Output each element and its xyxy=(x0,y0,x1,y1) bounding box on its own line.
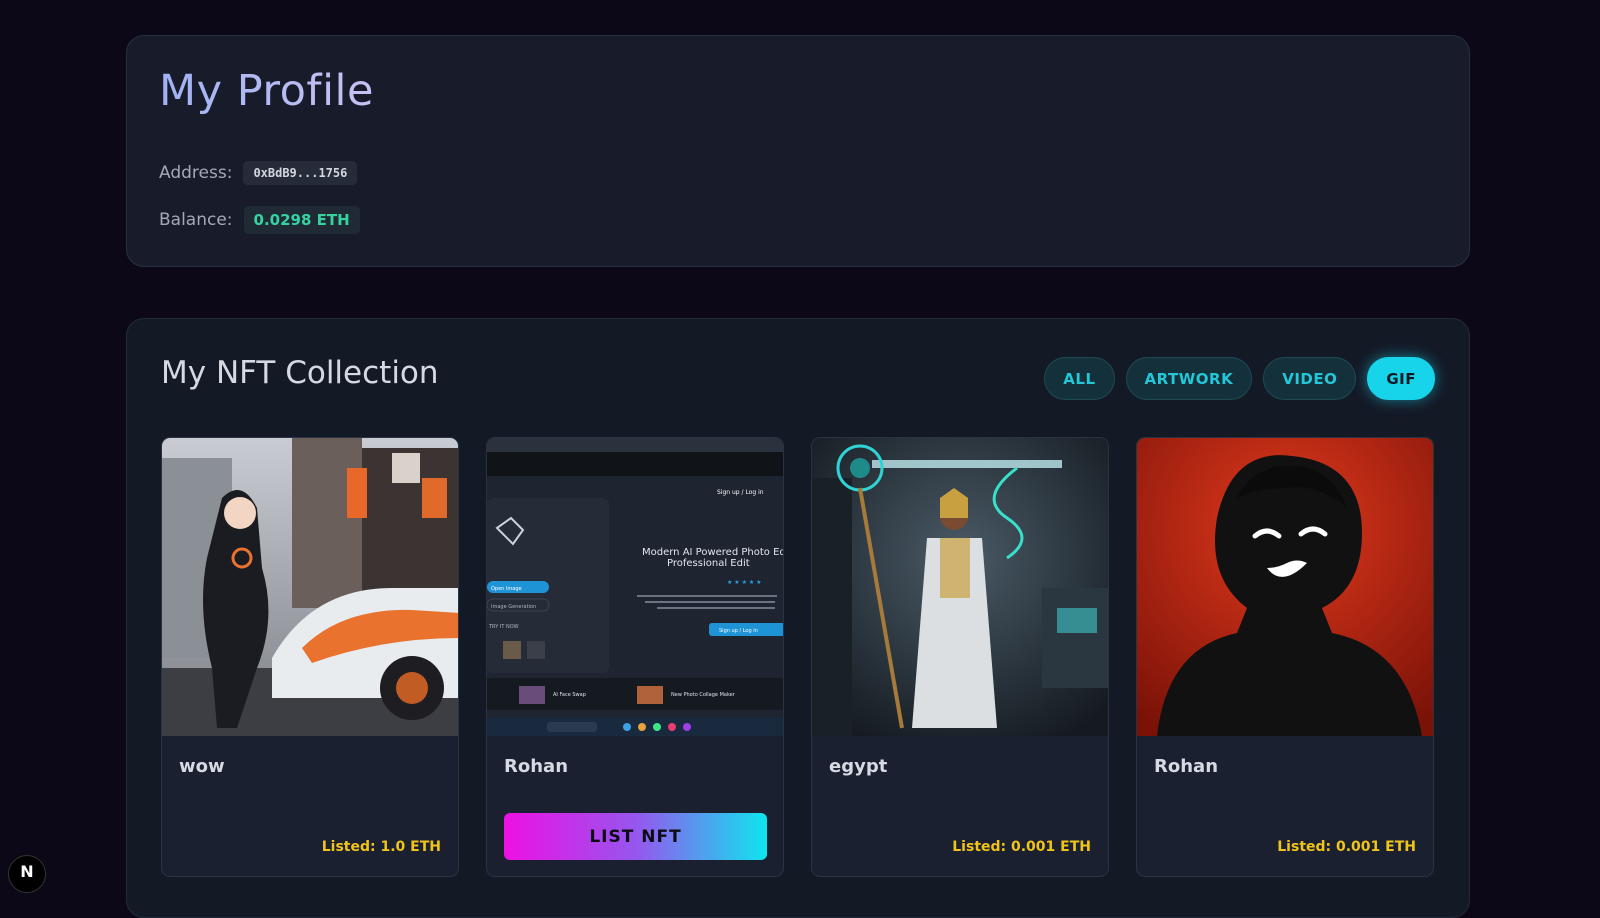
smiling-silhouette-image xyxy=(1137,438,1433,736)
filter-group: ALL ARTWORK VIDEO GIF xyxy=(1044,357,1435,400)
page-title: My Profile xyxy=(159,66,374,116)
nft-image-silhouette[interactable] xyxy=(1137,438,1433,736)
thumb2-open-image: Open Image xyxy=(491,586,522,592)
nft-name: Rohan xyxy=(1154,756,1219,777)
thumb2-stars: ★ ★ ★ ★ ★ xyxy=(727,579,762,586)
ai-editor-screenshot-image: Open Image Image Generation TRY IT NOW S… xyxy=(487,438,784,736)
framework-badge-icon[interactable]: N xyxy=(8,855,46,893)
egyptian-queen-image xyxy=(812,438,1108,736)
nft-card[interactable]: wow Listed: 1.0 ETH xyxy=(161,437,459,877)
thumb2-headline1: Modern AI Powered Photo Edito xyxy=(642,547,784,558)
list-nft-button[interactable]: LIST NFT xyxy=(504,813,767,860)
nft-listed-price: Listed: 0.001 ETH xyxy=(1277,839,1416,855)
thumb2-collage: New Photo Collage Maker xyxy=(671,692,736,698)
thumb2-face-swap: AI Face Swap xyxy=(553,692,586,698)
nft-card[interactable]: Open Image Image Generation TRY IT NOW S… xyxy=(486,437,784,877)
address-label: Address: xyxy=(159,163,233,183)
nft-name: Rohan xyxy=(504,756,569,777)
balance-label: Balance: xyxy=(159,210,233,230)
nft-image-anime-car[interactable] xyxy=(162,438,458,736)
filter-artwork-button[interactable]: ARTWORK xyxy=(1125,357,1253,400)
thumb2-signup: Sign up / Log in xyxy=(717,489,764,496)
balance-value: 0.0298 ETH xyxy=(243,206,360,234)
nft-image-editor-screenshot[interactable]: Open Image Image Generation TRY IT NOW S… xyxy=(487,438,784,736)
anime-girl-car-image xyxy=(162,438,458,736)
filter-gif-button[interactable]: GIF xyxy=(1367,357,1435,400)
thumb2-cta: Sign up / Log in xyxy=(719,628,758,634)
nft-listed-price: Listed: 1.0 ETH xyxy=(321,839,441,855)
collection-title: My NFT Collection xyxy=(161,355,439,391)
address-row: Address: 0xBdB9...1756 xyxy=(159,161,358,185)
thumb2-image-generation: Image Generation xyxy=(491,604,536,610)
filter-video-button[interactable]: VIDEO xyxy=(1263,357,1357,400)
nft-card[interactable]: Rohan Listed: 0.001 ETH xyxy=(1136,437,1434,877)
nft-collection-section: My NFT Collection ALL ARTWORK VIDEO GIF xyxy=(126,318,1470,918)
nft-image-egypt[interactable] xyxy=(812,438,1108,736)
filter-all-button[interactable]: ALL xyxy=(1044,357,1115,400)
address-value: 0xBdB9...1756 xyxy=(243,161,358,185)
nft-listed-price: Listed: 0.001 ETH xyxy=(952,839,1091,855)
thumb2-headline2: Professional Edit xyxy=(667,558,750,569)
balance-row: Balance: 0.0298 ETH xyxy=(159,206,360,234)
nft-name: wow xyxy=(179,756,225,777)
nft-name: egypt xyxy=(829,756,888,777)
nft-card[interactable]: egypt Listed: 0.001 ETH xyxy=(811,437,1109,877)
thumb2-try-it-now: TRY IT NOW xyxy=(488,624,519,630)
profile-card: My Profile Address: 0xBdB9...1756 Balanc… xyxy=(126,35,1470,267)
